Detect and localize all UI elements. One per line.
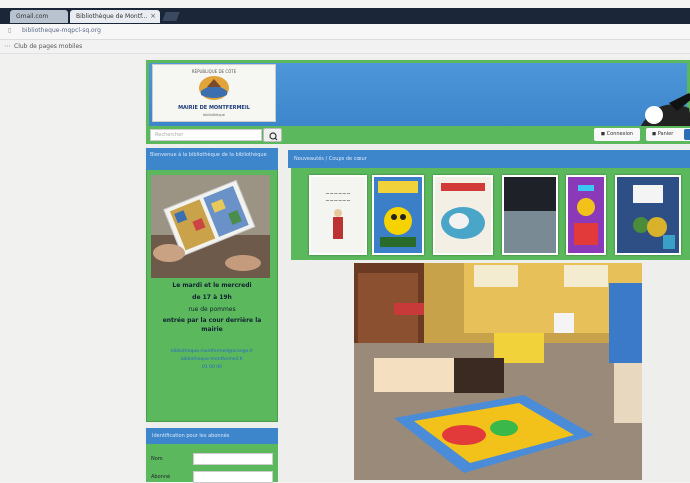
subscriber-label: Abonné: [151, 474, 171, 480]
lock-icon: ▯: [8, 27, 12, 34]
svg-text:~~~~~~: ~~~~~~: [325, 191, 350, 197]
name-label: Nom: [151, 456, 163, 462]
hours-line: Le mardi et le mercredi: [172, 282, 252, 289]
user-icon: ◼: [600, 131, 606, 137]
cart-icon: ◼: [652, 131, 657, 137]
logo-subtitle: bibliothèque: [203, 113, 225, 117]
new-arrivals-title: Nouveautés / Coups de cœur: [288, 150, 690, 168]
opening-hours: Le mardi et le mercredi de 17 à 19h rue …: [148, 280, 276, 334]
logo-title: MAIRIE DE MONTFERMEIL: [178, 105, 250, 111]
close-icon[interactable]: ×: [150, 10, 156, 23]
cart-count-badge: [684, 129, 690, 140]
url-text[interactable]: bibliotheque-mqpcl-sq.org: [22, 27, 101, 34]
apps-icon[interactable]: ⋯: [4, 42, 11, 50]
book-cover[interactable]: [372, 175, 424, 255]
website-link[interactable]: bibliotheque-montfermeil.fr: [148, 356, 276, 364]
new-tab-button[interactable]: [162, 12, 180, 21]
site-logo[interactable]: RÉPUBLIQUE DE CÔTE MAIRIE DE MONTFERMEIL…: [152, 64, 276, 122]
email-link[interactable]: bibliotheque.montfermeil@orange.fr: [148, 348, 276, 356]
address-line: mairie: [201, 326, 223, 333]
bookmarks-bar: ⋯ Club de pages mobiles: [0, 40, 690, 54]
address-line: entrée par la cour derrière la: [162, 317, 262, 324]
book-cover[interactable]: ~~~~~~ ~~~~~~: [309, 175, 367, 255]
search-input[interactable]: Rechercher: [150, 129, 262, 141]
book-cover[interactable]: [502, 175, 558, 255]
sidebar-title: Bienvenue à la bibliothèque de la biblio…: [146, 148, 278, 170]
browser-tab-bar: Gmail.com Bibliothèque de Montf... ×: [0, 8, 690, 24]
subscriber-field[interactable]: [193, 471, 273, 483]
phone-link[interactable]: 01 00 00: [148, 364, 276, 372]
book-cover[interactable]: [566, 175, 606, 255]
search-icon: [269, 132, 278, 141]
hours-line: de 17 à 19h: [192, 294, 232, 301]
book-cover[interactable]: [615, 175, 681, 255]
contact-links: bibliotheque.montfermeil@orange.fr bibli…: [148, 348, 276, 372]
book-cover[interactable]: [433, 175, 493, 255]
login-button[interactable]: ◼ Connexion: [594, 128, 640, 141]
name-field[interactable]: [193, 453, 273, 465]
library-photo: [354, 263, 642, 480]
crest-icon: [199, 76, 229, 100]
sidebar-photo: [151, 175, 270, 278]
logo-top-text: RÉPUBLIQUE DE CÔTE: [191, 69, 237, 74]
browser-tab-active[interactable]: Bibliothèque de Montf... ×: [70, 10, 160, 23]
browser-tab[interactable]: Gmail.com: [10, 10, 68, 23]
search-button[interactable]: [263, 128, 282, 142]
address-line: rue de pommes: [188, 306, 236, 313]
svg-text:~~~~~~: ~~~~~~: [325, 198, 350, 204]
bookmark-item[interactable]: Club de pages mobiles: [14, 43, 82, 50]
address-bar[interactable]: ▯ bibliotheque-mqpcl-sq.org: [0, 24, 690, 40]
login-panel-title: Identification pour les abonnés: [146, 428, 278, 444]
